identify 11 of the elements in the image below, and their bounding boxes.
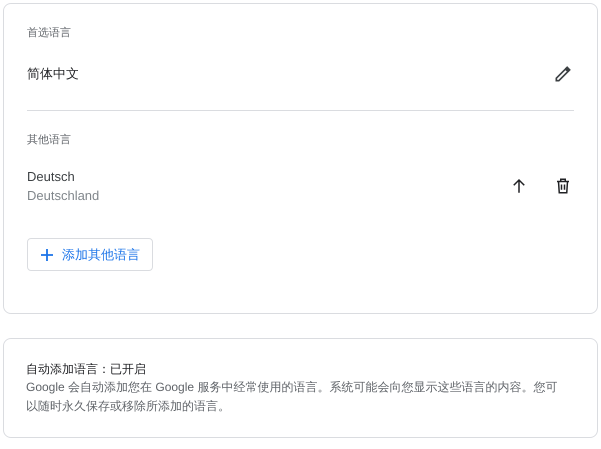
auto-add-title: 自动添加语言：已开启 xyxy=(26,361,147,378)
delete-icon[interactable] xyxy=(554,177,572,195)
language-region: Deutschland xyxy=(27,187,100,205)
section-heading: 其他语言 xyxy=(27,133,72,147)
auto-add-description: Google 会自动添加您在 Google 服务中经常使用的语言。系统可能会向您显示这些语言的内容。您可以随时永久保存或移除所添加的语言。 xyxy=(26,379,558,415)
section-heading: 首选语言 xyxy=(27,26,72,40)
plus-icon xyxy=(40,248,54,262)
language-name: Deutsch xyxy=(27,168,76,186)
add-language-button[interactable]: 添加其他语言 xyxy=(27,238,153,271)
language-name: 简体中文 xyxy=(27,65,79,84)
edit-icon[interactable] xyxy=(553,64,573,84)
